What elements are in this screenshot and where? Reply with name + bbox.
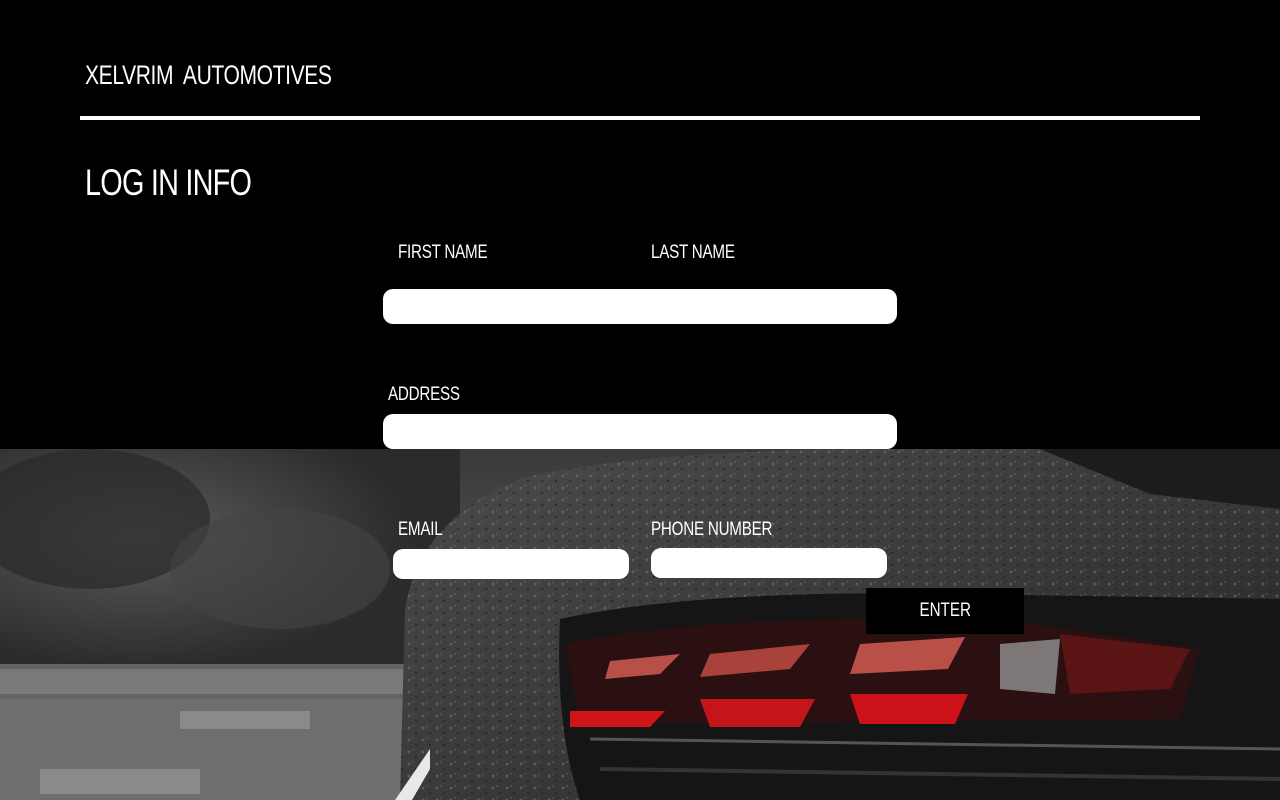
name-field[interactable] (383, 289, 897, 324)
address-label: ADDRESS (388, 384, 460, 405)
last-name-label: LAST NAME (651, 242, 735, 263)
email-field[interactable] (393, 549, 629, 579)
page-title: LOG IN INFO (85, 162, 252, 203)
header-divider (80, 116, 1200, 120)
email-label: EMAIL (398, 519, 443, 540)
enter-button-label: ENTER (919, 600, 971, 621)
car-rear-photo (0, 449, 1280, 800)
phone-label: PHONE NUMBER (651, 519, 773, 540)
phone-field[interactable] (651, 548, 887, 578)
first-name-label: FIRST NAME (398, 242, 488, 263)
page: XELVRIM AUTOMOTIVES LOG IN INFO FIRST NA… (0, 0, 1280, 800)
brand-title: XELVRIM AUTOMOTIVES (85, 60, 332, 90)
enter-button[interactable]: ENTER (866, 588, 1024, 634)
address-field[interactable] (383, 414, 897, 449)
